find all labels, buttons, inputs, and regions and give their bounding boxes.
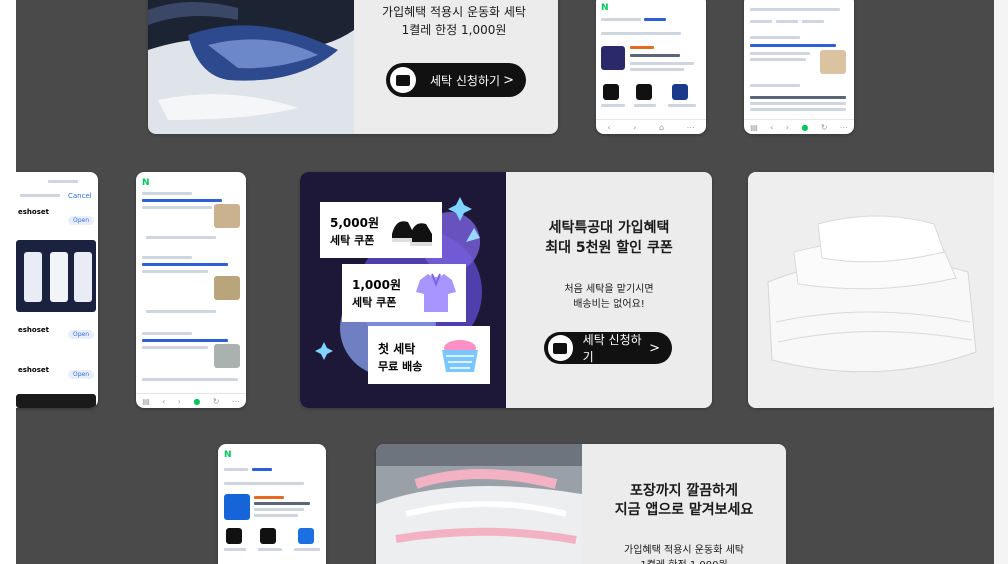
coupon-amount: 1,000원	[352, 278, 401, 292]
top-ad-apply-button[interactable]: 세탁 신청하기 >	[386, 63, 526, 97]
page-scroll-gutter	[994, 0, 1008, 564]
ad-gallery-canvas: 가입혜택 적용시 운동화 세탁 1켤레 한정 1,000원 세탁 신청하기 > …	[16, 0, 994, 564]
phone-mockup-search-list: N ▤ ‹ › ● ↻ ⋯	[136, 172, 246, 408]
packaging-ad-headline1: 포장까지 깔끔하게	[630, 483, 738, 499]
laundry-basket-icon	[442, 340, 478, 372]
open-button[interactable]: Open	[68, 330, 95, 339]
shirt-icon	[416, 273, 456, 312]
top-ad-line2: 1켤레 한정 1,000원	[401, 23, 507, 37]
coupon-label: 무료 배송	[378, 360, 423, 373]
coupon-ad-headline1: 세탁특공대 가입혜택	[548, 220, 670, 236]
chevron-right-icon: >	[503, 72, 514, 88]
app-title: eshoset	[18, 366, 49, 374]
coupon-1000: 1,000원 세탁 쿠폰	[342, 264, 466, 322]
laundry-bag-icon	[390, 67, 416, 93]
packaging-ad-headline2: 지금 앱으로 맡겨보세요	[614, 502, 754, 518]
browser-nav-bar: ‹ › ⌂ ⋯	[596, 119, 706, 134]
app-title: eshoset	[18, 208, 49, 216]
coupon-ad-sub2: 배송비는 없어요!	[573, 299, 645, 310]
browser-nav-bar: ▤ ‹ › ● ↻ ⋯	[744, 119, 854, 134]
chevron-right-icon: >	[649, 340, 660, 356]
sneakers-icon	[392, 221, 432, 246]
coupon-ad-headline2: 최대 5천원 할인 쿠폰	[545, 240, 673, 256]
naver-logo-icon: N	[601, 3, 609, 13]
packaging-ad-sub1: 가입혜택 적용시 운동화 세탁	[624, 545, 744, 556]
sneaker-photo	[148, 0, 354, 134]
packaged-sneaker-photo	[376, 444, 582, 564]
bedding-photo	[748, 172, 994, 408]
open-button[interactable]: Open	[68, 370, 95, 379]
coupon-ad-apply-label: 세탁 신청하기	[582, 333, 642, 364]
coupon-ad-card[interactable]: 5,000원 세탁 쿠폰 1,000원 세탁 쿠폰 첫 세탁 무료 배송 세탁특…	[300, 172, 712, 408]
coupon-ad-apply-button[interactable]: 세탁 신청하기 >	[544, 332, 672, 364]
coupon-label: 세탁 쿠폰	[330, 234, 375, 247]
coupon-5000: 5,000원 세탁 쿠폰	[320, 202, 442, 258]
top-ad-apply-label: 세탁 신청하기	[430, 73, 501, 88]
phone-mockup-search-result-1: N ‹ › ⌂ ⋯	[596, 0, 706, 134]
open-button[interactable]: Open	[68, 216, 95, 225]
top-ad-line1: 가입혜택 적용시 운동화 세탁	[382, 5, 526, 19]
phone-mockup-app-store: Cancel eshoset Open eshoset Open eshoset…	[16, 172, 98, 408]
coupon-free-delivery: 첫 세탁 무료 배송	[368, 326, 490, 384]
coupon-ad-sub1: 처음 세탁을 맡기시면	[564, 284, 654, 295]
packaging-ad-sub2: 1켤레 한정 1,000원	[582, 556, 786, 564]
top-sneaker-ad-card[interactable]: 가입혜택 적용시 운동화 세탁 1켤레 한정 1,000원 세탁 신청하기 >	[148, 0, 558, 134]
bedding-photo-card[interactable]	[748, 172, 994, 408]
coupon-label: 세탁 쿠폰	[352, 296, 397, 309]
cancel-link[interactable]: Cancel	[68, 192, 92, 200]
packaging-ad-card[interactable]: 포장까지 깔끔하게 지금 앱으로 맡겨보세요 가입혜택 적용시 운동화 세탁 1…	[376, 444, 786, 564]
laundry-bag-icon	[548, 335, 573, 361]
naver-logo-icon: N	[224, 450, 232, 460]
coupon-amount: 5,000원	[330, 216, 379, 230]
naver-logo-icon: N	[142, 178, 150, 188]
browser-nav-bar: ▤ ‹ › ● ↻ ⋯	[136, 393, 246, 408]
coupon-amount: 첫 세탁	[378, 342, 416, 356]
app-title: eshoset	[18, 326, 49, 334]
phone-mockup-search-result-2: ▤ ‹ › ● ↻ ⋯	[744, 0, 854, 134]
phone-mockup-brand-page: N	[218, 444, 326, 564]
